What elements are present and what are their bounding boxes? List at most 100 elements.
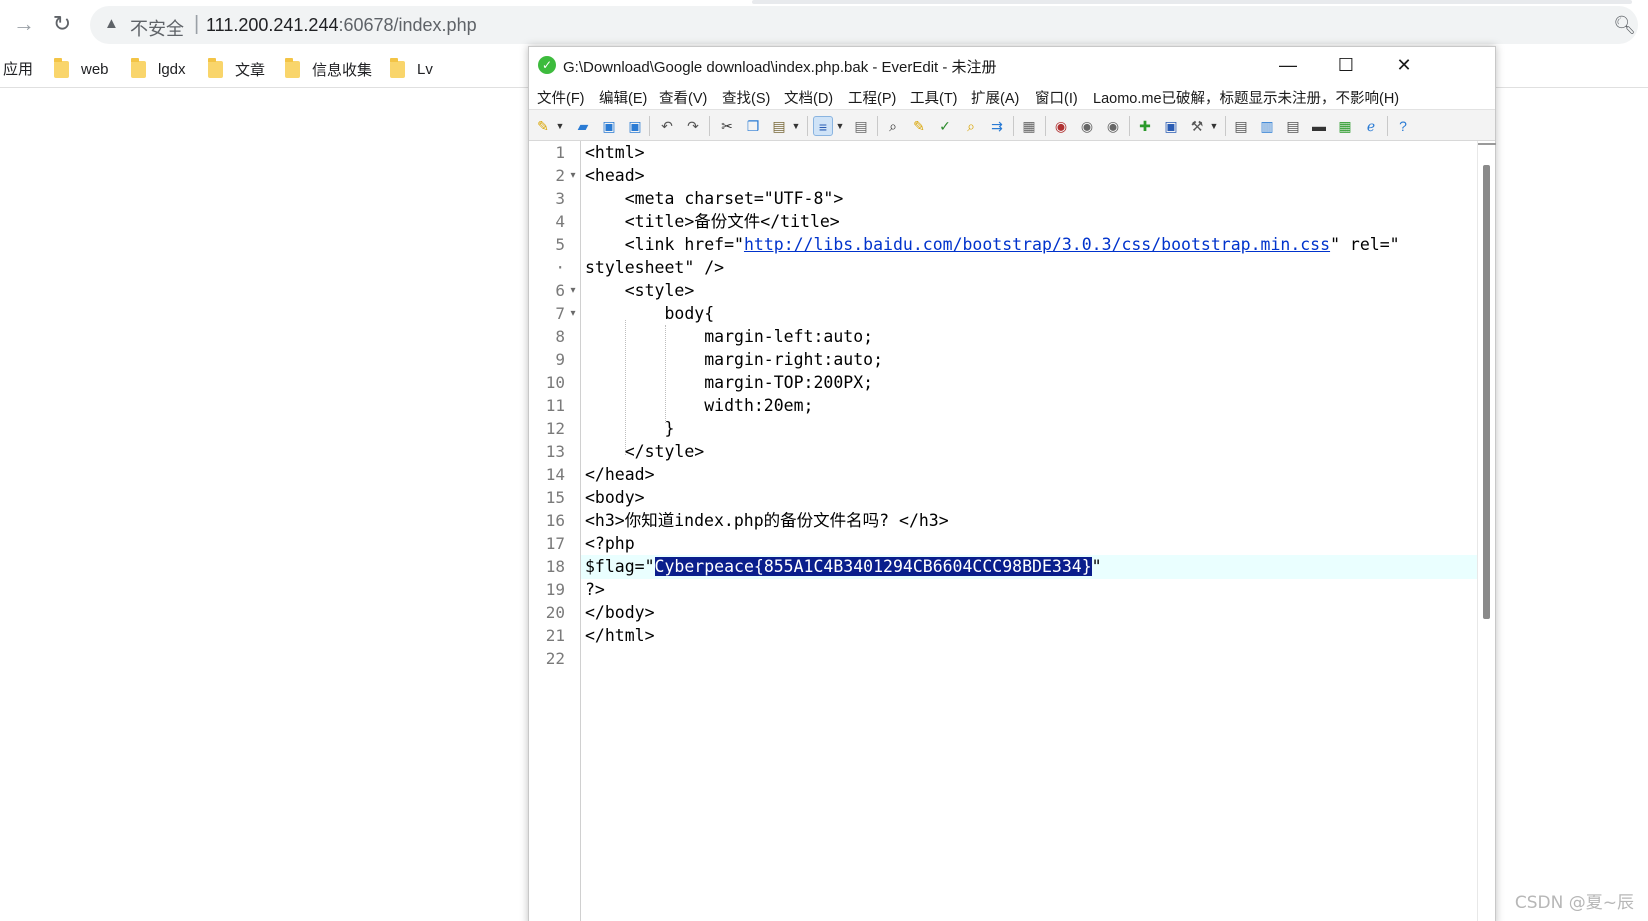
code-line[interactable]: width:20em; bbox=[581, 394, 1477, 418]
menu-window[interactable]: 窗口(I) bbox=[1035, 87, 1078, 108]
bookmark-folder-articles[interactable]: 文章 bbox=[208, 57, 265, 81]
fold-toggle-icon[interactable] bbox=[567, 417, 579, 441]
fold-toggle-icon[interactable] bbox=[567, 233, 579, 257]
fold-toggle-icon[interactable] bbox=[567, 486, 579, 510]
code-line[interactable]: <meta charset="UTF-8"> bbox=[581, 187, 1477, 211]
menu-extensions[interactable]: 扩展(A) bbox=[971, 87, 1019, 108]
fold-toggle-icon[interactable] bbox=[567, 624, 579, 648]
code-line[interactable]: </style> bbox=[581, 440, 1477, 464]
code-line[interactable]: </body> bbox=[581, 601, 1477, 625]
fold-toggle-icon[interactable] bbox=[567, 187, 579, 211]
code-line[interactable]: margin-left:auto; bbox=[581, 325, 1477, 349]
tools-dropdown-icon[interactable]: ▼ bbox=[1209, 116, 1219, 136]
fold-toggle-icon[interactable] bbox=[567, 532, 579, 556]
split-view-icon[interactable]: ▥ bbox=[1257, 116, 1277, 136]
code-editor[interactable]: 1 2 ▾ 3 4 5 · 6 ▾ 7 ▾ 8 9 10 11 12 13 14 15 16 17 18 19 20 21 22 … bbox=[529, 141, 1496, 921]
fold-toggle-icon[interactable] bbox=[567, 141, 579, 165]
address-bar[interactable]: ▲ 不安全 | 111.200.241.244:60678/index.php … bbox=[90, 6, 1638, 44]
compile-icon[interactable]: ▦ bbox=[1019, 116, 1039, 136]
minimize-button[interactable]: — bbox=[1259, 47, 1317, 83]
browser-preview-icon[interactable]: ℯ bbox=[1361, 116, 1381, 136]
save-icon[interactable]: ▣ bbox=[599, 116, 619, 136]
menu-search[interactable]: 查找(S) bbox=[722, 87, 770, 108]
zoom-icon[interactable]: 🔍︎ bbox=[1613, 15, 1636, 36]
code-line[interactable]: <style> bbox=[581, 279, 1477, 303]
code-line[interactable]: <html> bbox=[581, 141, 1477, 165]
bookmark-folder-lv[interactable]: Lv bbox=[390, 57, 433, 81]
warning-triangle-icon[interactable]: ▲ bbox=[104, 15, 122, 33]
find-icon[interactable]: ⌕ bbox=[883, 116, 903, 136]
code-line[interactable]: margin-right:auto; bbox=[581, 348, 1477, 372]
fold-toggle-icon[interactable] bbox=[567, 394, 579, 418]
code-line[interactable]: <link href="http://libs.baidu.com/bootst… bbox=[581, 233, 1477, 257]
tools-icon[interactable]: ⚒ bbox=[1187, 116, 1207, 136]
fold-toggle-icon[interactable] bbox=[567, 601, 579, 625]
apps-shortcut[interactable]: 应用 bbox=[3, 58, 33, 79]
menu-tools[interactable]: 工具(T) bbox=[910, 87, 958, 108]
code-line[interactable]: } bbox=[581, 417, 1477, 441]
save-all-icon[interactable]: ▣ bbox=[625, 116, 645, 136]
cut-icon[interactable]: ✂ bbox=[717, 116, 737, 136]
undo-icon[interactable]: ↶ bbox=[657, 116, 677, 136]
fold-toggle-icon[interactable] bbox=[567, 325, 579, 349]
help-icon[interactable]: ? bbox=[1393, 116, 1413, 136]
fold-toggle-icon[interactable] bbox=[567, 463, 579, 487]
code-line[interactable]: <body> bbox=[581, 486, 1477, 510]
spell-check-icon[interactable]: ✓ bbox=[935, 116, 955, 136]
fold-toggle-icon[interactable]: ▾ bbox=[567, 302, 579, 326]
fold-toggle-icon[interactable] bbox=[567, 647, 579, 671]
find-in-files-icon[interactable]: ⌕ bbox=[961, 116, 981, 136]
menu-view[interactable]: 查看(V) bbox=[659, 87, 707, 108]
console-icon[interactable]: ▬ bbox=[1309, 116, 1329, 136]
fold-toggle-icon[interactable] bbox=[567, 371, 579, 395]
menu-document[interactable]: 文档(D) bbox=[784, 87, 833, 108]
vertical-scrollbar[interactable] bbox=[1477, 141, 1496, 921]
replace-icon[interactable]: ✎ bbox=[909, 116, 929, 136]
code-hyperlink[interactable]: http://libs.baidu.com/bootstrap/3.0.3/cs… bbox=[744, 235, 1330, 254]
redo-icon[interactable]: ↷ bbox=[683, 116, 703, 136]
window-titlebar[interactable]: ✓ G:\Download\Google download\index.php.… bbox=[529, 47, 1495, 83]
fold-toggle-icon[interactable]: ▾ bbox=[567, 164, 579, 188]
fold-toggle-icon[interactable] bbox=[567, 256, 579, 280]
bookmark-folder-info-gathering[interactable]: 信息收集 bbox=[285, 57, 372, 81]
document-map-icon[interactable]: ▤ bbox=[1283, 116, 1303, 136]
bookmark-folder-lgdx[interactable]: lgdx bbox=[131, 57, 186, 81]
code-line[interactable]: <h3>你知道index.php的备份文件名吗? </h3> bbox=[581, 509, 1477, 533]
fold-toggle-icon[interactable] bbox=[567, 578, 579, 602]
code-area[interactable]: <html> <head> <meta charset="UTF-8"> <tit… bbox=[581, 141, 1477, 921]
outline-icon[interactable]: ▤ bbox=[1231, 116, 1251, 136]
fold-toggle-icon[interactable] bbox=[567, 509, 579, 533]
menu-file[interactable]: 文件(F) bbox=[537, 87, 585, 108]
code-line[interactable]: stylesheet" /> bbox=[581, 256, 1477, 280]
code-line[interactable] bbox=[581, 647, 1477, 671]
paste-dropdown-icon[interactable]: ▼ bbox=[791, 116, 801, 136]
code-line[interactable]: </head> bbox=[581, 463, 1477, 487]
code-line[interactable]: <head> bbox=[581, 164, 1477, 188]
macro-repeat-icon[interactable]: ◉ bbox=[1103, 116, 1123, 136]
code-line[interactable]: <title>备份文件</title> bbox=[581, 210, 1477, 234]
snippet-icon[interactable]: ▣ bbox=[1161, 116, 1181, 136]
column-mode-icon[interactable]: ▤ bbox=[851, 116, 871, 136]
macro-record-icon[interactable]: ◉ bbox=[1051, 116, 1071, 136]
fold-toggle-icon[interactable] bbox=[567, 210, 579, 234]
plugin-icon[interactable]: ✚ bbox=[1135, 116, 1155, 136]
selected-text[interactable]: Cyberpeace{855A1C4B3401294CB6604CCC98BDE… bbox=[654, 557, 1092, 576]
word-wrap-dropdown-icon[interactable]: ▼ bbox=[835, 116, 845, 136]
maximize-button[interactable]: ☐ bbox=[1317, 47, 1375, 83]
bookmark-folder-web[interactable]: web bbox=[54, 57, 109, 81]
code-line[interactable]: body{ bbox=[581, 302, 1477, 326]
menu-edit[interactable]: 编辑(E) bbox=[599, 87, 647, 108]
scrollbar-thumb[interactable] bbox=[1483, 165, 1490, 619]
forward-arrow-icon[interactable]: → bbox=[10, 10, 38, 38]
code-line[interactable]: <?php bbox=[581, 532, 1477, 556]
fold-toggle-icon[interactable] bbox=[567, 348, 579, 372]
new-dropdown-icon[interactable]: ▼ bbox=[555, 116, 565, 136]
code-line[interactable]: ?> bbox=[581, 578, 1477, 602]
reload-icon[interactable]: ↻ bbox=[48, 10, 76, 38]
url-text[interactable]: 111.200.241.244:60678/index.php bbox=[206, 15, 477, 36]
menu-project[interactable]: 工程(P) bbox=[848, 87, 896, 108]
code-line[interactable]: margin-TOP:200PX; bbox=[581, 371, 1477, 395]
fold-toggle-icon[interactable] bbox=[567, 555, 579, 579]
close-button[interactable]: ✕ bbox=[1375, 47, 1433, 83]
word-wrap-icon[interactable]: ≡ bbox=[813, 116, 833, 136]
